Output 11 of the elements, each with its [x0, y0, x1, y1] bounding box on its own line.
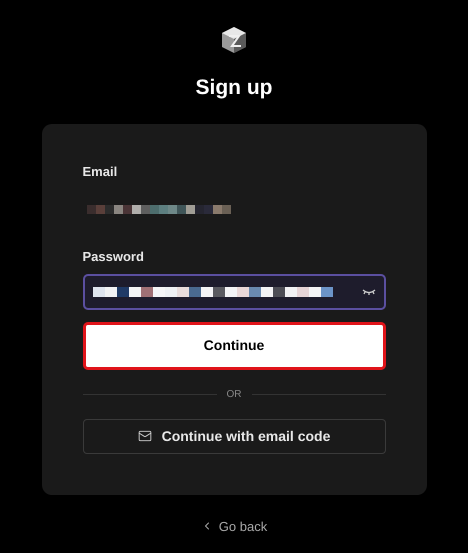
go-back-link[interactable]: Go back: [200, 516, 268, 536]
continue-button[interactable]: Continue: [82, 322, 386, 370]
cube-logo-icon: [221, 26, 247, 54]
password-label: Password: [82, 248, 145, 266]
mail-icon: [138, 429, 152, 443]
email-label: Email: [82, 162, 118, 180]
password-field[interactable]: [82, 274, 386, 310]
page-title: Sign up: [196, 75, 272, 101]
email-code-button[interactable]: Continue with email code: [82, 418, 386, 454]
or-divider-text: OR: [226, 388, 242, 402]
hidden-eye-icon[interactable]: [362, 288, 376, 296]
